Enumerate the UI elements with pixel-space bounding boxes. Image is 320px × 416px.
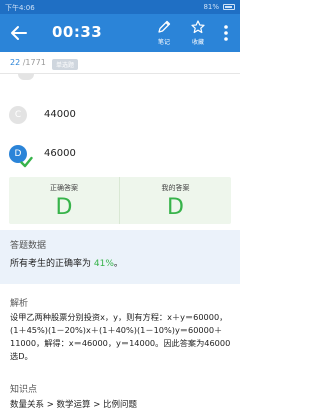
stats-heading: 答题数据 [10, 241, 47, 251]
knowledge-heading: 知识点 [10, 385, 38, 395]
question-progress: 22 /1771 单选题 [0, 52, 240, 74]
status-icons: 81% [203, 3, 235, 11]
note-label: 笔记 [157, 39, 170, 46]
star-icon [191, 20, 205, 34]
answer-comparison: 正确答案 D 我的答案 D [9, 177, 231, 224]
analysis-heading: 解析 [10, 299, 29, 309]
option-c[interactable]: C 44000 [0, 101, 240, 131]
more-menu-button[interactable] [218, 23, 234, 43]
stats-text-suffix: 。 [113, 259, 123, 269]
option-value: 44000 [44, 109, 76, 120]
question-counter: 22 /1771 [10, 58, 46, 67]
arrow-left-icon [11, 26, 27, 40]
option-b-partial[interactable] [18, 74, 34, 80]
battery-icon [223, 4, 235, 10]
option-letter: C [9, 106, 27, 124]
more-vertical-icon [224, 25, 228, 41]
my-answer: 我的答案 D [120, 177, 231, 224]
question-type-badge: 单选题 [52, 59, 79, 70]
my-answer-label: 我的答案 [161, 184, 190, 192]
correct-rate: 41% [93, 259, 114, 269]
pencil-icon [158, 20, 171, 33]
favorite-button[interactable]: 收藏 [181, 19, 215, 49]
favorite-label: 收藏 [191, 39, 204, 46]
stats-text: 所有考生的正确率为 41%。 [10, 256, 123, 269]
correct-answer-value: D [55, 195, 73, 220]
status-bar: 下午4:06 81% [0, 0, 240, 14]
answer-stats: 答题数据 所有考生的正确率为 41%。 [0, 230, 240, 284]
status-time: 下午4:06 [5, 4, 35, 12]
back-button[interactable] [8, 22, 30, 44]
stats-text-prefix: 所有考生的正确率为 [10, 259, 92, 269]
checkmark-icon [20, 156, 33, 168]
correct-answer-label: 正确答案 [50, 184, 78, 192]
knowledge-path[interactable]: 数量关系 > 数学运算 > 比例问题 [10, 398, 137, 410]
total-questions: /1771 [22, 58, 46, 67]
current-question: 22 [10, 58, 21, 67]
option-value: 46000 [44, 148, 76, 159]
note-button[interactable]: 笔记 [147, 19, 181, 49]
timer: 00:33 [52, 23, 103, 41]
app-bar: 00:33 笔记 收藏 [0, 14, 240, 52]
correct-answer: 正确答案 D [9, 177, 120, 224]
my-answer-value: D [167, 195, 184, 220]
battery-percent: 81% [203, 3, 219, 11]
option-d[interactable]: D 46000 [0, 140, 240, 170]
analysis-text: 设甲乙两种股票分别投资x，y，则有方程：x＋y＝60000，(1＋45%)(1－… [10, 312, 231, 361]
